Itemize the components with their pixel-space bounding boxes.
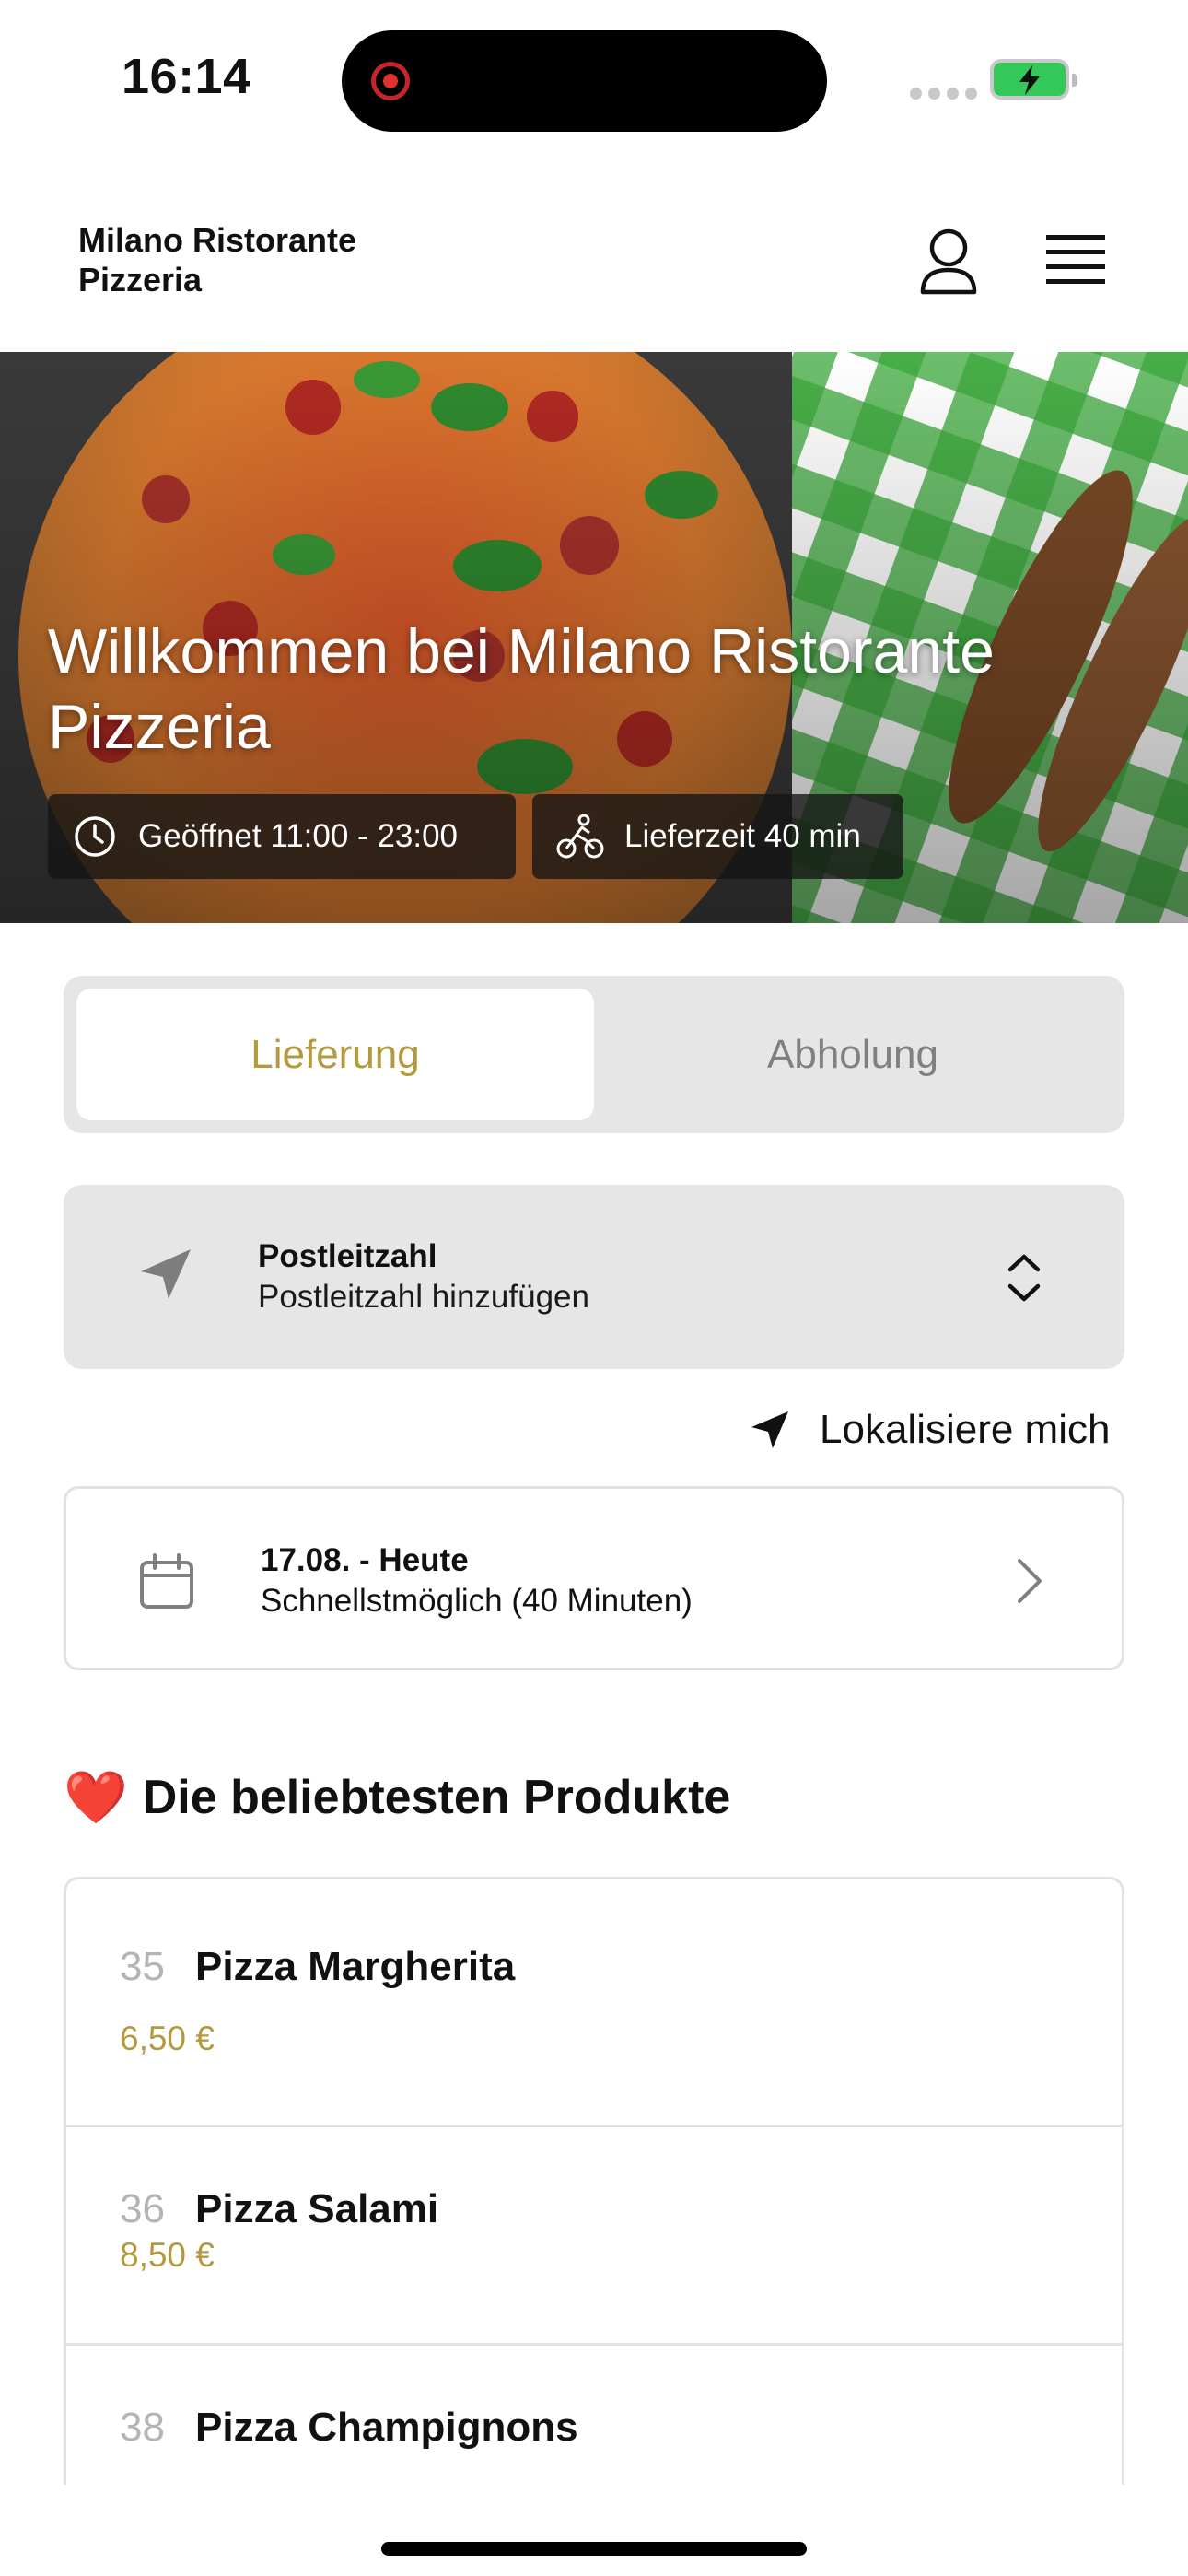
popular-products-title: ❤️ Die beliebtesten Produkte	[64, 1767, 730, 1828]
brand-name: Milano Ristorante Pizzeria	[78, 221, 357, 299]
product-number: 38	[120, 2405, 165, 2450]
delivery-time-badge: Lieferzeit 40 min	[532, 794, 903, 879]
heart-icon: ❤️	[64, 1768, 128, 1826]
hamburger-menu-icon	[1046, 235, 1105, 284]
delivery-time-selector[interactable]: 17.08. - Heute Schnellstmöglich (40 Minu…	[64, 1486, 1124, 1670]
opening-hours-badge: Geöffnet 11:00 - 23:00	[48, 794, 516, 879]
popular-products-heading: Die beliebtesten Produkte	[142, 1771, 731, 1824]
menu-button[interactable]	[1039, 228, 1112, 294]
app-header: Milano Ristorante Pizzeria	[0, 161, 1188, 353]
cellular-signal-icon	[910, 88, 977, 100]
product-number: 36	[120, 2186, 165, 2231]
product-name: Pizza Margherita	[195, 1944, 516, 1989]
status-bar: 16:14	[0, 0, 1188, 161]
location-arrow-icon	[141, 1249, 191, 1299]
locate-me-label: Lokalisiere mich	[820, 1407, 1111, 1452]
postal-code-label: Postleitzahl	[258, 1238, 437, 1274]
account-button[interactable]	[912, 224, 985, 298]
delivery-time-text: Lieferzeit 40 min	[624, 818, 861, 854]
product-item[interactable]: 36 Pizza Salami 8,50 €	[66, 2127, 1122, 2346]
locate-me-button[interactable]: Lokalisiere mich	[748, 1400, 1110, 1459]
product-price: 8,50 €	[120, 2236, 215, 2274]
delivery-time-option: Schnellstmöglich (40 Minuten)	[261, 1583, 693, 1619]
cyclist-icon	[556, 814, 604, 859]
postal-code-placeholder: Postleitzahl hinzufügen	[258, 1279, 589, 1315]
product-item[interactable]: 35 Pizza Margherita 6,50 €	[66, 1879, 1122, 2127]
status-time: 16:14	[122, 49, 251, 104]
product-name: Pizza Champignons	[195, 2405, 578, 2450]
order-mode-toggle: Lieferung Abholung	[64, 976, 1124, 1133]
user-icon	[920, 228, 977, 295]
postal-code-selector[interactable]: Postleitzahl Postleitzahl hinzufügen	[64, 1185, 1124, 1369]
dynamic-island	[342, 30, 827, 132]
product-item[interactable]: 38 Pizza Champignons	[66, 2346, 1122, 2485]
chevron-up-down-icon	[1007, 1254, 1041, 1302]
opening-hours-text: Geöffnet 11:00 - 23:00	[138, 818, 459, 854]
product-price: 6,50 €	[120, 2020, 215, 2057]
clock-icon	[75, 816, 115, 857]
hero-banner: Willkommen bei Milano Ristorante Pizzeri…	[0, 352, 1188, 923]
delivery-date: 17.08. - Heute	[261, 1542, 469, 1578]
chevron-right-icon	[1018, 1559, 1042, 1603]
product-name: Pizza Salami	[195, 2186, 439, 2231]
navigation-arrow-icon	[751, 1411, 788, 1448]
tab-abholung[interactable]: Abholung	[594, 989, 1112, 1120]
hero-title: Willkommen bei Milano Ristorante Pizzeri…	[48, 616, 995, 762]
calendar-icon	[140, 1553, 193, 1609]
recording-indicator-icon	[371, 62, 410, 100]
tab-lieferung[interactable]: Lieferung	[76, 989, 594, 1120]
product-number: 35	[120, 1944, 165, 1989]
battery-charging-icon	[990, 59, 1077, 100]
popular-products-list: 35 Pizza Margherita 6,50 € 36 Pizza Sala…	[64, 1877, 1124, 2485]
home-indicator[interactable]	[381, 2542, 807, 2556]
